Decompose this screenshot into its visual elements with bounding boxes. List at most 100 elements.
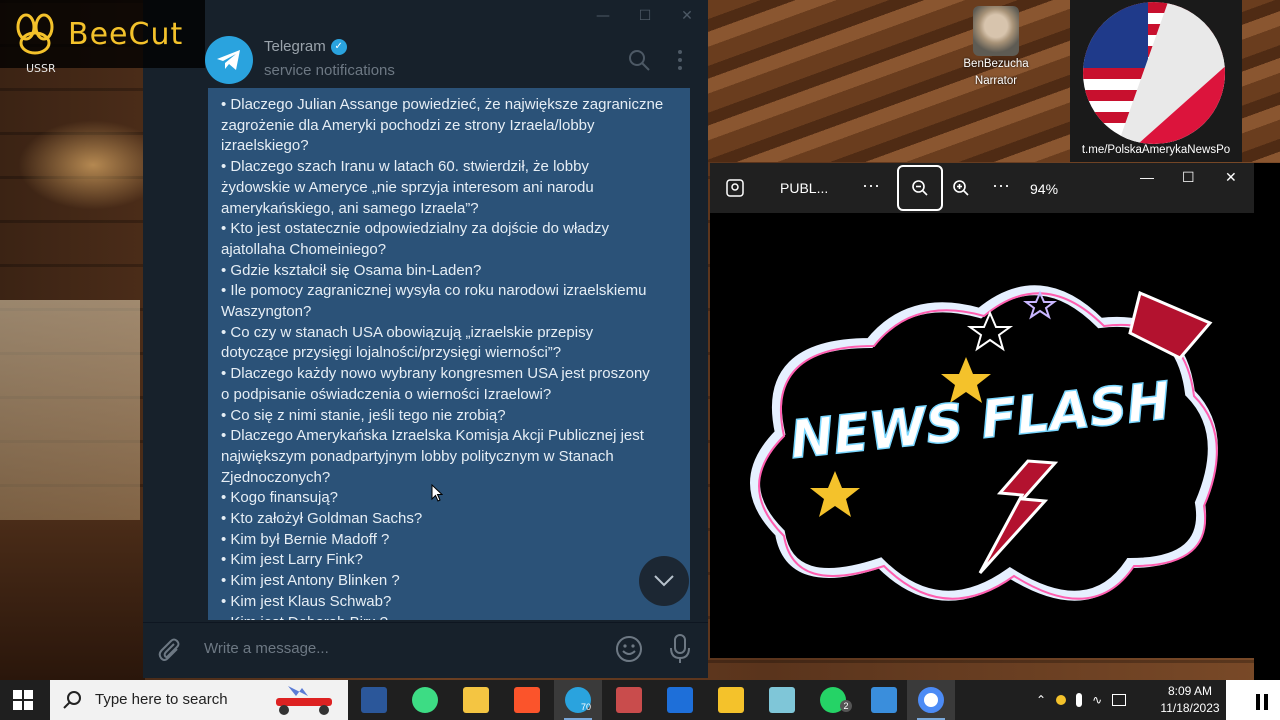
- news-flash-image: NEWS FLASH: [710, 233, 1254, 658]
- news-flash-text: NEWS FLASH: [787, 371, 1173, 471]
- message-line: o podpisanie oświadczenia o wierności Iz…: [221, 385, 552, 403]
- tray-app-icon[interactable]: [1056, 695, 1067, 705]
- viewer-maximize-button[interactable]: ☐: [1182, 169, 1195, 186]
- message-line: • Dlaczego każdy nowo wybrany kongresmen…: [221, 365, 650, 383]
- search-icon: [63, 691, 81, 709]
- message-line: Waszyngton?: [221, 303, 312, 321]
- zoom-out-icon: [912, 180, 928, 196]
- taskbar-whatsapp[interactable]: 2: [809, 680, 857, 720]
- message-line: • Ile pomocy zagranicznej wysyła co roku…: [221, 282, 647, 300]
- clock-time: 8:09 AM: [1167, 684, 1213, 698]
- narrator-role: Narrator: [974, 75, 1018, 87]
- chevron-down-icon: [654, 575, 674, 587]
- telegram-plane-icon: [217, 50, 240, 70]
- viewer-close-button[interactable]: ✕: [1225, 169, 1237, 186]
- message-line: • Dlaczego szach Iranu w latach 60. stwi…: [221, 158, 589, 176]
- android-icon: [412, 687, 438, 713]
- channel-logo: t.me/PolskaAmerykaNewsPo: [1070, 0, 1242, 162]
- message-line: • Gdzie kształcił się Osama bin-Laden?: [221, 261, 482, 279]
- viewer-minimize-button[interactable]: —: [1140, 169, 1154, 185]
- chat-subtitle: service notifications: [264, 62, 395, 79]
- chat-title[interactable]: Telegram ✓: [264, 38, 347, 55]
- taskbar-chrome[interactable]: [907, 680, 955, 720]
- news-flash-artwork: NEWS FLASH: [750, 285, 1218, 601]
- tray-expand-icon[interactable]: ⌃: [1036, 693, 1046, 707]
- message-line: • Kto jest ostatecznie odpowiedzialny za…: [221, 220, 609, 238]
- minimize-button[interactable]: —: [582, 2, 624, 30]
- message-line: • Dlaczego Julian Assange powiedzieć, że…: [221, 96, 664, 113]
- message-line: • Kim jest Antony Blinken ?: [221, 572, 400, 590]
- corner-label: USSR: [26, 62, 56, 75]
- message-line: Zjednoczonych?: [221, 468, 331, 486]
- pause-overlay[interactable]: [1226, 680, 1280, 720]
- system-tray: ⌃ ∿: [1036, 680, 1127, 720]
- bee-logo-icon: [16, 13, 54, 55]
- message-line: dotyczące przysięgi lojalności/przysięgi…: [221, 344, 562, 362]
- message-line: • Dlaczego Amerykańska Izraelska Komisja…: [221, 427, 644, 445]
- message-line: amerykańskiego, ani samego Izraela”?: [221, 199, 479, 217]
- file-name[interactable]: PUBL...: [780, 180, 828, 196]
- verified-icon: ✓: [330, 38, 347, 55]
- telegram-badge: 70: [581, 702, 592, 712]
- media-player-icon: [667, 687, 693, 713]
- message-line: • Kim jest Deborah Birx ?: [221, 613, 678, 620]
- message-text: • Dlaczego Julian Assange powiedzieć, że…: [221, 95, 678, 620]
- taskbar-beecut[interactable]: [707, 680, 755, 720]
- mouse-cursor-icon: [431, 484, 443, 502]
- more-options-icon[interactable]: ···: [862, 175, 880, 196]
- taskbar-telegram[interactable]: 70: [554, 680, 602, 720]
- telegram-window: — ☐ ✕ Telegram ✓ service notifications •…: [143, 0, 708, 678]
- taskbar-media[interactable]: [656, 680, 704, 720]
- taskbar-photos[interactable]: [860, 680, 908, 720]
- close-button[interactable]: ✕: [666, 2, 708, 30]
- scroll-down-button[interactable]: [639, 556, 689, 606]
- network-icon[interactable]: ∿: [1092, 693, 1102, 707]
- zoom-in-icon[interactable]: [952, 179, 970, 197]
- taskbar-app-6[interactable]: [605, 680, 653, 720]
- message-bubble: • Dlaczego Julian Assange powiedzieć, że…: [208, 88, 690, 620]
- maximize-button[interactable]: ☐: [624, 2, 666, 30]
- word-icon: [361, 687, 387, 713]
- emoji-icon[interactable]: [615, 635, 643, 663]
- tray-mic-icon[interactable]: [1076, 693, 1083, 707]
- whatsapp-badge: 2: [840, 700, 852, 712]
- window-controls: — ☐ ✕: [582, 2, 708, 30]
- taskbar-file-explorer[interactable]: [452, 680, 500, 720]
- notes-icon: [769, 687, 795, 713]
- message-line: • Co czy w stanach USA obowiązują „izrae…: [221, 323, 594, 341]
- windows-start-icon[interactable]: [13, 690, 33, 710]
- zoom-level: 94%: [1030, 181, 1059, 197]
- search-highlight-icon: [276, 686, 332, 715]
- battery-icon[interactable]: [1112, 694, 1127, 706]
- beecut-icon: [718, 687, 744, 713]
- image-icon[interactable]: [726, 179, 744, 197]
- message-composer: Write a message...: [143, 622, 708, 678]
- taskbar-clock[interactable]: 8:09 AM 11/18/2023: [1150, 683, 1230, 717]
- right-panel: [1254, 163, 1280, 680]
- chat-title-text: Telegram: [264, 38, 326, 55]
- taskbar-notes[interactable]: [758, 680, 806, 720]
- message-line: ajatollaha Chomeiniego?: [221, 240, 387, 258]
- viewer-toolbar: PUBL... ··· ··· 94% — ☐ ✕: [710, 163, 1254, 213]
- telegram-avatar[interactable]: [205, 36, 253, 84]
- taskbar-word[interactable]: [350, 680, 398, 720]
- taskbar-brave[interactable]: [503, 680, 551, 720]
- taskbar-android[interactable]: [401, 680, 449, 720]
- search-icon[interactable]: [627, 48, 651, 72]
- taskbar: Type here to search 70 2 ⌃ ∿ 8:09 AM 11/…: [0, 680, 1280, 720]
- zoom-more-icon[interactable]: ···: [992, 175, 1010, 196]
- message-line: • Kim był Bernie Madoff ?: [221, 530, 390, 548]
- tool-icon: [616, 687, 642, 713]
- more-menu-icon[interactable]: [673, 48, 687, 72]
- chrome-icon: [918, 687, 944, 713]
- zoom-out-button[interactable]: [897, 165, 943, 211]
- message-line: największym ponadpartyjnym lobby polityc…: [221, 447, 614, 465]
- beecut-watermark: BeeCut: [0, 0, 205, 68]
- message-line: • Kim jest Larry Fink?: [221, 551, 363, 569]
- microphone-icon[interactable]: [667, 633, 693, 665]
- attach-icon[interactable]: [157, 637, 183, 665]
- channel-url: t.me/PolskaAmerykaNewsPo: [1081, 144, 1231, 156]
- taskbar-search-placeholder: Type here to search: [95, 691, 228, 708]
- taskbar-search[interactable]: Type here to search: [50, 680, 348, 720]
- message-input[interactable]: Write a message...: [204, 640, 329, 657]
